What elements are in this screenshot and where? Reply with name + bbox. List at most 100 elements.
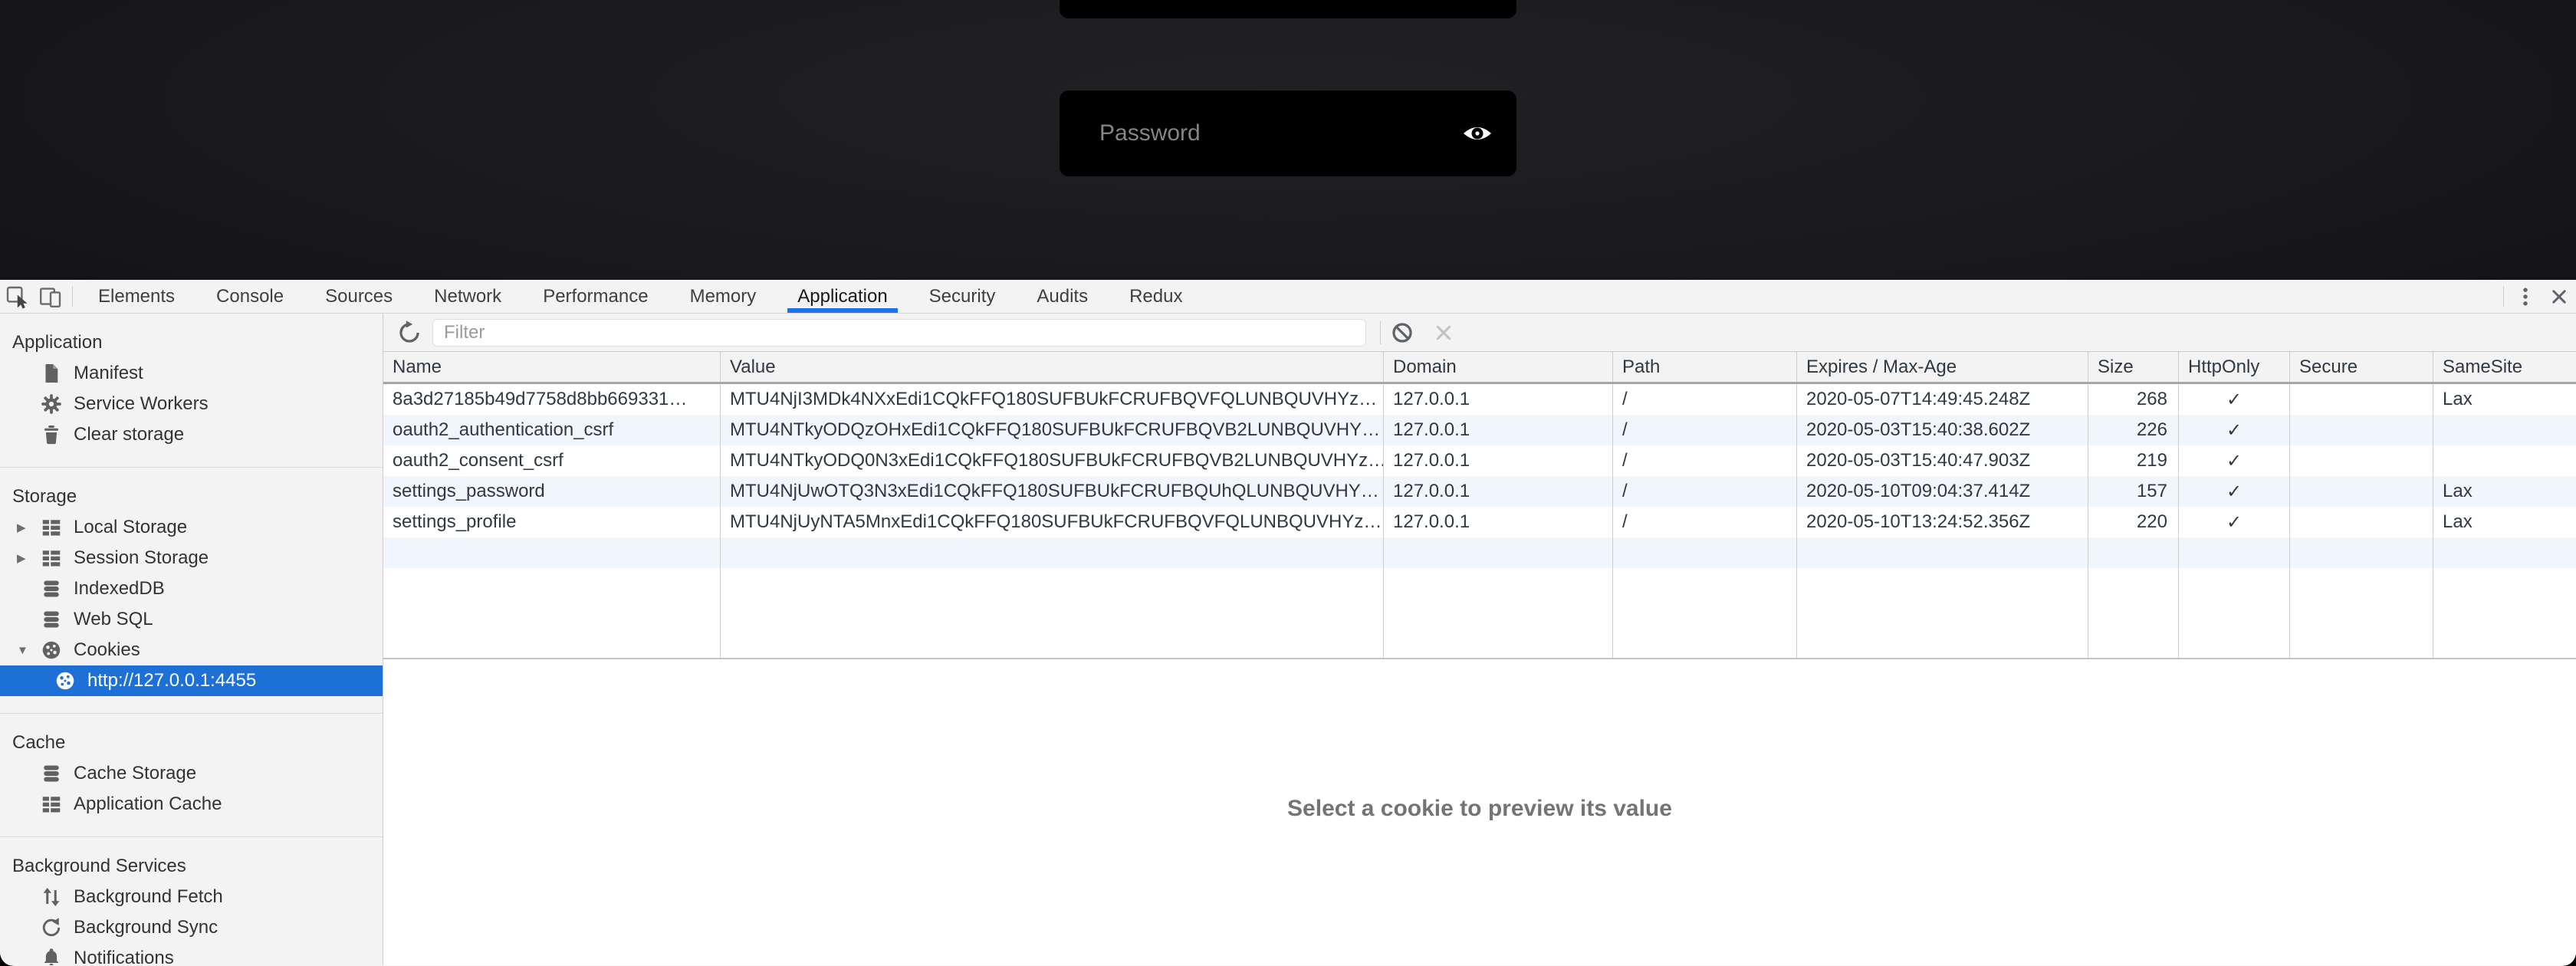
cell-domain[interactable]: 127.0.0.1 bbox=[1384, 384, 1613, 415]
cell-secure[interactable] bbox=[2290, 445, 2433, 476]
cell-name[interactable]: settings_password bbox=[383, 476, 721, 507]
sidebar-item-clear-storage[interactable]: Clear storage bbox=[0, 419, 383, 450]
tab-application[interactable]: Application bbox=[777, 280, 908, 313]
chevron-right-icon[interactable]: ▶ bbox=[17, 551, 40, 565]
devtools-close-button[interactable] bbox=[2542, 280, 2576, 313]
password-field[interactable] bbox=[1060, 90, 1516, 176]
sidebar-item-web-sql[interactable]: Web SQL bbox=[0, 604, 383, 635]
cookie-row[interactable]: settings_password MTU4NjUwOTQ3N3xEdi1CQk… bbox=[383, 476, 2576, 507]
cell-domain[interactable]: 127.0.0.1 bbox=[1384, 476, 1613, 507]
cell-expires[interactable]: 2020-05-07T14:49:45.248Z bbox=[1797, 384, 2088, 415]
inspect-element-button[interactable] bbox=[0, 280, 34, 313]
cell-expires[interactable]: 2020-05-10T09:04:37.414Z bbox=[1797, 476, 2088, 507]
column-header-secure[interactable]: Secure bbox=[2290, 352, 2433, 382]
cell-size[interactable]: 219 bbox=[2088, 445, 2179, 476]
show-blocked-cookies-button[interactable] bbox=[1387, 317, 1418, 348]
filter-input[interactable] bbox=[432, 319, 1366, 347]
tab-memory[interactable]: Memory bbox=[669, 280, 777, 313]
cell-expires[interactable]: 2020-05-10T13:24:52.356Z bbox=[1797, 507, 2088, 537]
cell-path[interactable]: / bbox=[1613, 476, 1797, 507]
cell-samesite[interactable]: Lax bbox=[2433, 507, 2576, 537]
eye-icon[interactable] bbox=[1460, 118, 1495, 149]
cookie-row[interactable]: 8a3d27185b49d7758d8bb669331… MTU4NjI3MDk… bbox=[383, 384, 2576, 415]
cell-domain[interactable]: 127.0.0.1 bbox=[1384, 445, 1613, 476]
cell-secure[interactable] bbox=[2290, 476, 2433, 507]
cell-httponly[interactable]: ✓ bbox=[2179, 415, 2290, 445]
sidebar-item-cookie-origin[interactable]: http://127.0.0.1:4455 bbox=[0, 665, 383, 696]
sidebar-item-cookies[interactable]: ▼ Cookies bbox=[0, 635, 383, 665]
sidebar-item-notifications[interactable]: Notifications bbox=[0, 943, 383, 965]
cookie-row[interactable]: oauth2_consent_csrf MTU4NTkyODQ0N3xEdi1C… bbox=[383, 445, 2576, 476]
device-toolbar-button[interactable] bbox=[34, 280, 67, 313]
sidebar-item-session-storage[interactable]: ▶ Session Storage bbox=[0, 543, 383, 573]
clear-filter-button[interactable] bbox=[1428, 317, 1459, 348]
cell-path[interactable]: / bbox=[1613, 507, 1797, 537]
column-header-samesite[interactable]: SameSite bbox=[2433, 352, 2576, 382]
refresh-button[interactable] bbox=[394, 317, 425, 348]
cell-name[interactable]: settings_profile bbox=[383, 507, 721, 537]
cell-value[interactable]: MTU4NjUwOTQ3N3xEdi1CQkFFQ180SUFBUkFCRUFB… bbox=[721, 476, 1384, 507]
tab-audits[interactable]: Audits bbox=[1016, 280, 1109, 313]
column-header-name[interactable]: Name bbox=[383, 352, 721, 382]
cell-httponly[interactable]: ✓ bbox=[2179, 384, 2290, 415]
tab-security[interactable]: Security bbox=[909, 280, 1017, 313]
tab-console[interactable]: Console bbox=[196, 280, 304, 313]
column-header-path[interactable]: Path bbox=[1613, 352, 1797, 382]
column-header-value[interactable]: Value bbox=[721, 352, 1384, 382]
cell-secure[interactable] bbox=[2290, 415, 2433, 445]
sidebar-item-local-storage[interactable]: ▶ Local Storage bbox=[0, 512, 383, 543]
sidebar-item-background-fetch[interactable]: Background Fetch bbox=[0, 882, 383, 912]
cell-expires[interactable]: 2020-05-03T15:40:38.602Z bbox=[1797, 415, 2088, 445]
cell-path[interactable]: / bbox=[1613, 384, 1797, 415]
sidebar-item-manifest[interactable]: Manifest bbox=[0, 358, 383, 389]
cell-httponly[interactable]: ✓ bbox=[2179, 476, 2290, 507]
cell-size[interactable]: 268 bbox=[2088, 384, 2179, 415]
cell-size[interactable]: 157 bbox=[2088, 476, 2179, 507]
sidebar-item-label: Web SQL bbox=[74, 609, 153, 630]
login-field-partial[interactable] bbox=[1060, 0, 1516, 18]
cell-httponly[interactable]: ✓ bbox=[2179, 507, 2290, 537]
cookie-row[interactable]: oauth2_authentication_csrf MTU4NTkyODQzO… bbox=[383, 415, 2576, 445]
cell-size[interactable]: 220 bbox=[2088, 507, 2179, 537]
sidebar-item-cache-storage[interactable]: Cache Storage bbox=[0, 758, 383, 789]
cell-secure[interactable] bbox=[2290, 384, 2433, 415]
column-header-domain[interactable]: Domain bbox=[1384, 352, 1613, 382]
cell-samesite[interactable] bbox=[2433, 445, 2576, 476]
column-header-httponly[interactable]: HttpOnly bbox=[2179, 352, 2290, 382]
cell-domain[interactable]: 127.0.0.1 bbox=[1384, 415, 1613, 445]
cell-size[interactable]: 226 bbox=[2088, 415, 2179, 445]
tab-redux[interactable]: Redux bbox=[1109, 280, 1203, 313]
cell-name[interactable]: oauth2_consent_csrf bbox=[383, 445, 721, 476]
cell-httponly[interactable]: ✓ bbox=[2179, 445, 2290, 476]
sidebar-item-indexeddb[interactable]: IndexedDB bbox=[0, 573, 383, 604]
cell-value[interactable]: MTU4NTkyODQzOHxEdi1CQkFFQ180SUFBUkFCRUFB… bbox=[721, 415, 1384, 445]
column-header-size[interactable]: Size bbox=[2088, 352, 2179, 382]
cell-value[interactable]: MTU4NjUyNTA5MnxEdi1CQkFFQ180SUFBUkFCRUFB… bbox=[721, 507, 1384, 537]
sidebar-section-background-services: Background Services Background Fetch bbox=[0, 851, 383, 965]
devtools-menu-button[interactable] bbox=[2509, 280, 2542, 313]
cell-name[interactable]: oauth2_authentication_csrf bbox=[383, 415, 721, 445]
cell-secure[interactable] bbox=[2290, 507, 2433, 537]
cell-value[interactable]: MTU4NTkyODQ0N3xEdi1CQkFFQ180SUFBUkFCRUFB… bbox=[721, 445, 1384, 476]
column-header-expires[interactable]: Expires / Max-Age bbox=[1797, 352, 2088, 382]
cell-path[interactable]: / bbox=[1613, 415, 1797, 445]
cell-domain[interactable]: 127.0.0.1 bbox=[1384, 507, 1613, 537]
password-input[interactable] bbox=[1060, 90, 1460, 176]
tab-sources[interactable]: Sources bbox=[304, 280, 413, 313]
tab-network[interactable]: Network bbox=[413, 280, 522, 313]
cell-samesite[interactable]: Lax bbox=[2433, 476, 2576, 507]
cell-expires[interactable]: 2020-05-03T15:40:47.903Z bbox=[1797, 445, 2088, 476]
sidebar-item-service-workers[interactable]: Service Workers bbox=[0, 389, 383, 419]
sidebar-item-background-sync[interactable]: Background Sync bbox=[0, 912, 383, 943]
tab-performance[interactable]: Performance bbox=[522, 280, 669, 313]
cookie-row[interactable]: settings_profile MTU4NjUyNTA5MnxEdi1CQkF… bbox=[383, 507, 2576, 537]
chevron-right-icon[interactable]: ▶ bbox=[17, 521, 40, 534]
sidebar-item-application-cache[interactable]: Application Cache bbox=[0, 789, 383, 820]
cell-value[interactable]: MTU4NjI3MDk4NXxEdi1CQkFFQ180SUFBUkFCRUFB… bbox=[721, 384, 1384, 415]
cell-path[interactable]: / bbox=[1613, 445, 1797, 476]
chevron-down-icon[interactable]: ▼ bbox=[17, 644, 40, 657]
cell-name[interactable]: 8a3d27185b49d7758d8bb669331… bbox=[383, 384, 721, 415]
cell-samesite[interactable] bbox=[2433, 415, 2576, 445]
cell-samesite[interactable]: Lax bbox=[2433, 384, 2576, 415]
tab-elements[interactable]: Elements bbox=[77, 280, 196, 313]
